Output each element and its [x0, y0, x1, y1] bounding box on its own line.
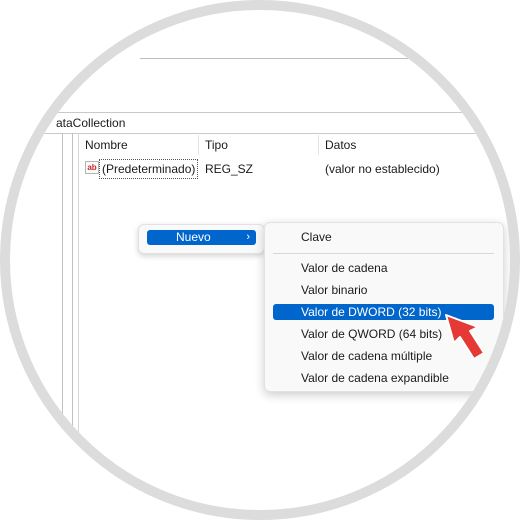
- submenu-item-valor-binario[interactable]: Valor binario: [273, 282, 494, 298]
- string-value-icon: ab: [85, 161, 99, 174]
- submenu-separator: [273, 253, 494, 254]
- menu-item-nuevo[interactable]: Nuevo ›: [147, 230, 256, 245]
- red-arrow-cursor-icon: [445, 314, 485, 360]
- address-bar[interactable]: ataCollection: [10, 112, 510, 134]
- value-name-cell[interactable]: (Predeterminado): [99, 159, 199, 179]
- address-path: ataCollection: [56, 116, 126, 130]
- menu-item-nuevo-label: Nuevo: [176, 230, 211, 244]
- value-type-cell: REG_SZ: [205, 162, 254, 176]
- submenu-item-valor-cadena[interactable]: Valor de cadena: [273, 260, 494, 276]
- tree-pane-border: [62, 133, 63, 423]
- column-header-data[interactable]: Datos: [325, 135, 356, 155]
- value-data-cell: (valor no establecido): [325, 162, 440, 176]
- column-separator[interactable]: [318, 135, 319, 155]
- chevron-right-icon: ›: [246, 231, 250, 243]
- toolbar-divider-vertical: [420, 10, 421, 58]
- submenu-item-clave[interactable]: Clave: [273, 229, 494, 245]
- list-pane-border: [78, 133, 79, 443]
- circular-frame: ataCollection Nombre Tipo Datos ab (Pred…: [0, 0, 520, 520]
- submenu-nuevo: Clave Valor de cadena Valor binario Valo…: [264, 222, 504, 392]
- column-header-name[interactable]: Nombre: [85, 135, 128, 155]
- column-header-type[interactable]: Tipo: [205, 135, 228, 155]
- column-separator[interactable]: [198, 135, 199, 155]
- submenu-item-valor-cadena-expandible[interactable]: Valor de cadena expandible: [273, 370, 494, 386]
- context-menu: Nuevo ›: [138, 224, 265, 254]
- tree-pane-border: [72, 133, 73, 433]
- toolbar-divider: [140, 58, 440, 59]
